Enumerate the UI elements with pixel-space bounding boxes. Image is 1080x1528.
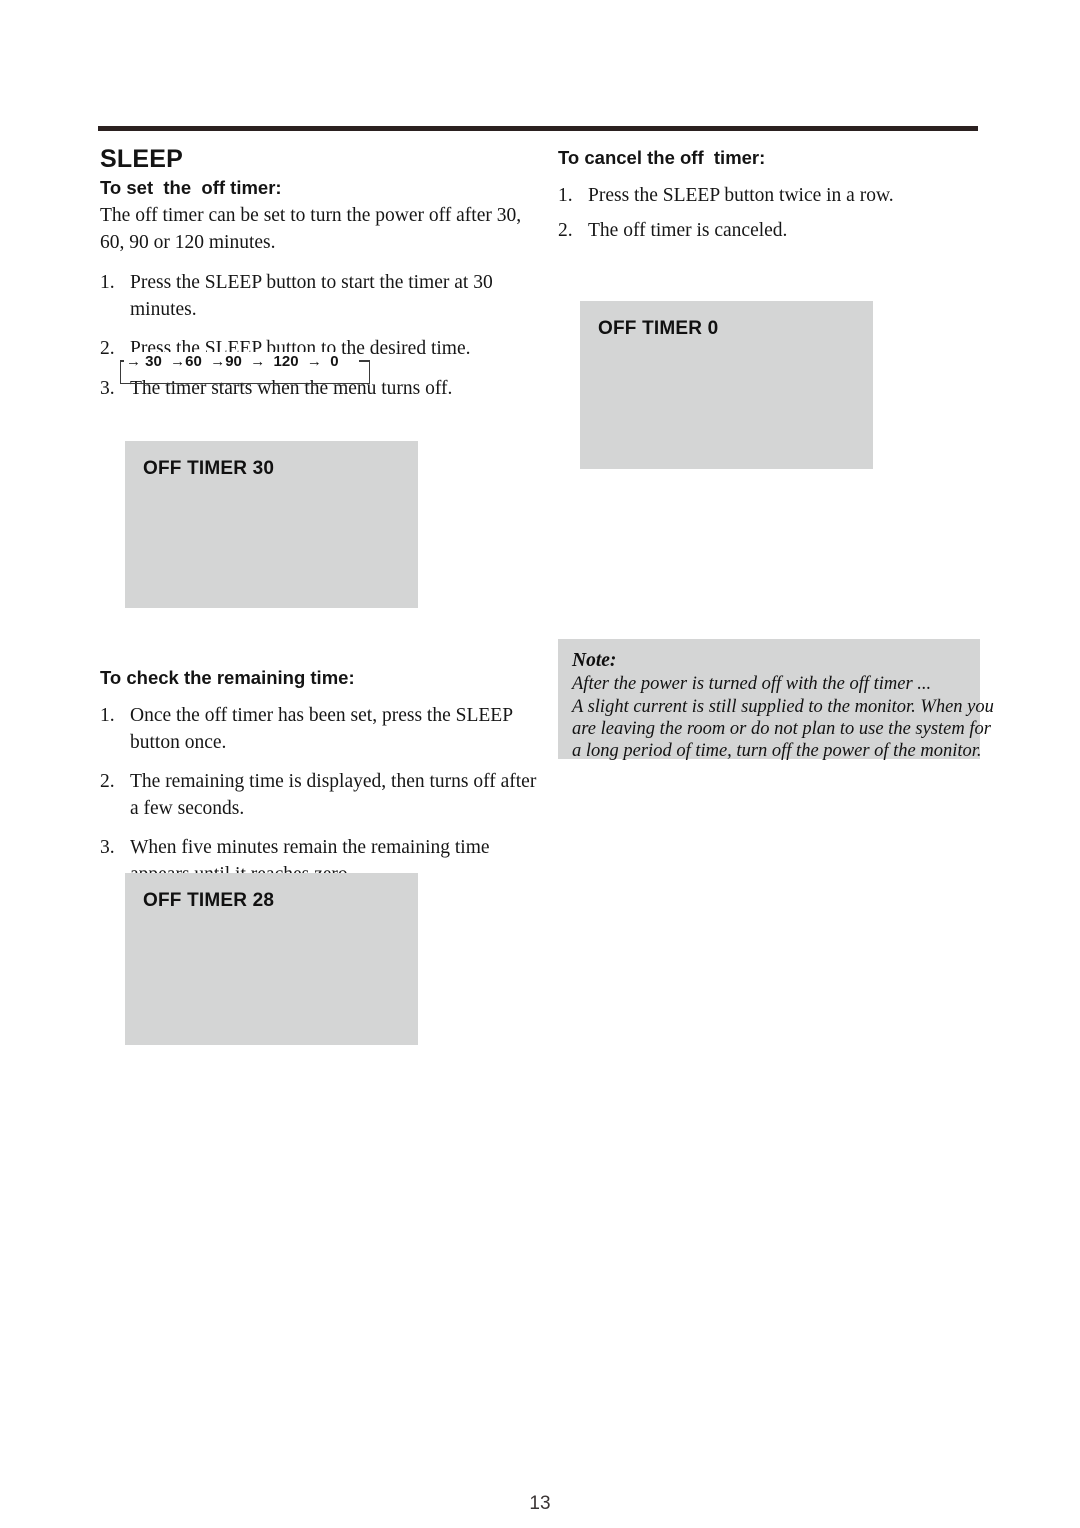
page-number: 13 bbox=[529, 1493, 551, 1514]
list-item-number: 1. bbox=[558, 185, 573, 207]
list-item-text: The remaining time is displayed, then tu… bbox=[130, 771, 537, 819]
list-item: 2. The remaining time is displayed, then… bbox=[100, 769, 542, 822]
check-remaining-time-section: To check the remaining time: 1. Once the… bbox=[100, 666, 542, 901]
list-item: 1. Once the off timer has been set, pres… bbox=[100, 703, 542, 756]
note-line: A slight current is still supplied to th… bbox=[572, 696, 994, 717]
right-column: To cancel the off timer: 1. Press the SL… bbox=[558, 146, 980, 252]
list-item: 1. Press the SLEEP button twice in a row… bbox=[558, 183, 980, 210]
list-item-text: The off timer is canceled. bbox=[588, 219, 788, 241]
list-item-text: Press the SLEEP button twice in a row. bbox=[588, 185, 894, 207]
list-item-text: Once the off timer has been set, press t… bbox=[130, 705, 513, 753]
page-title: SLEEP bbox=[100, 145, 183, 173]
list-item-number: 2. bbox=[100, 771, 115, 793]
list-item-number: 2. bbox=[558, 219, 573, 241]
list-item-text: Press the SLEEP button to start the time… bbox=[130, 272, 493, 320]
osd-screen-off-timer-30: OFF TIMER 30 bbox=[125, 441, 418, 608]
list-item-number: 1. bbox=[100, 272, 115, 294]
osd-screen-off-timer-0: OFF TIMER 0 bbox=[580, 301, 873, 469]
note-line: are leaving the room or do not plan to u… bbox=[572, 718, 991, 739]
list-item: 2. The off timer is canceled. bbox=[558, 218, 980, 245]
timer-cycle-diagram: → 30 →60 →90 → 120 → 0 bbox=[120, 352, 372, 385]
header-rule bbox=[98, 126, 978, 131]
note-line: a long period of time, turn off the powe… bbox=[572, 740, 982, 761]
osd-label: OFF TIMER 0 bbox=[598, 318, 719, 339]
check-remaining-time-steps: 1. Once the off timer has been set, pres… bbox=[100, 703, 542, 888]
timer-cycle-sequence: → 30 →60 →90 → 120 → 0 bbox=[124, 352, 341, 372]
note-box: Note: After the power is turned off with… bbox=[558, 639, 994, 761]
list-item-number: 3. bbox=[100, 837, 115, 859]
osd-screen-off-timer-28: OFF TIMER 28 bbox=[125, 873, 418, 1045]
list-item-number: 1. bbox=[100, 705, 115, 727]
osd-label: OFF TIMER 28 bbox=[143, 890, 275, 911]
list-item: 1. Press the SLEEP button to start the t… bbox=[100, 270, 542, 323]
note-title: Note: bbox=[572, 650, 617, 671]
section-heading-check-remaining-time: To check the remaining time: bbox=[100, 667, 355, 688]
cancel-off-timer-steps: 1. Press the SLEEP button twice in a row… bbox=[558, 183, 980, 244]
note-line: After the power is turned off with the o… bbox=[572, 674, 932, 695]
manual-page: SLEEP To set the off timer: The off time… bbox=[0, 0, 1080, 1528]
osd-label: OFF TIMER 30 bbox=[143, 458, 275, 479]
section-heading-set-off-timer: To set the off timer: bbox=[100, 177, 282, 199]
section-heading-cancel-off-timer: To cancel the off timer: bbox=[558, 147, 766, 168]
intro-paragraph: The off timer can be set to turn the pow… bbox=[100, 205, 522, 253]
